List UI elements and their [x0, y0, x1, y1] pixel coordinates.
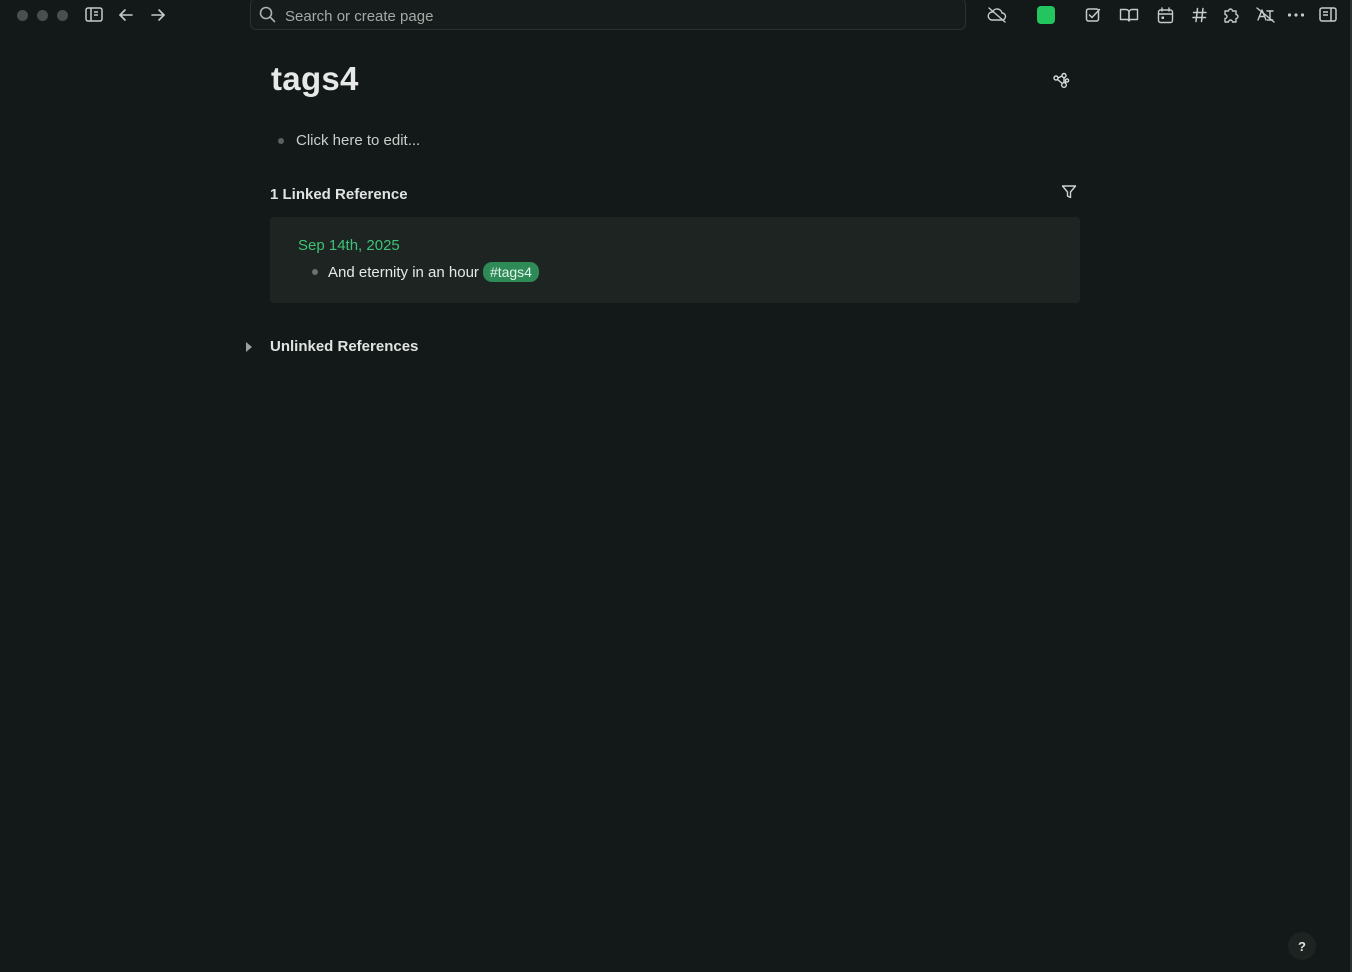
window-zoom-button[interactable] — [57, 10, 68, 21]
book-icon[interactable] — [1118, 4, 1140, 26]
color-swatch[interactable] — [1037, 6, 1055, 24]
calendar-icon[interactable] — [1154, 4, 1176, 26]
search-icon — [259, 6, 276, 28]
window-close-button[interactable] — [17, 10, 28, 21]
help-button[interactable]: ? — [1288, 932, 1316, 960]
forward-arrow-icon[interactable] — [147, 4, 169, 26]
hash-icon[interactable] — [1188, 4, 1210, 26]
block-bullet[interactable] — [278, 137, 284, 144]
block-placeholder[interactable]: Click here to edit... — [296, 132, 420, 149]
reference-block[interactable]: And eternity in an hour #tags4 — [312, 262, 539, 282]
cloud-off-icon[interactable] — [986, 4, 1008, 26]
unlinked-references-toggle[interactable]: Unlinked References — [246, 338, 418, 355]
search-bar[interactable] — [250, 0, 966, 30]
right-sidebar-icon[interactable] — [1317, 4, 1339, 26]
sidebar-toggle-icon[interactable] — [83, 4, 105, 26]
linked-references-heading: 1 Linked Reference — [270, 186, 408, 203]
translate-off-icon[interactable] — [1254, 4, 1276, 26]
reference-page-link[interactable]: Sep 14th, 2025 — [298, 237, 400, 254]
reference-block-text[interactable]: And eternity in an hour — [328, 264, 479, 281]
puzzle-icon[interactable] — [1220, 4, 1242, 26]
checkbox-icon[interactable] — [1082, 4, 1104, 26]
linked-reference-card: Sep 14th, 2025 And eternity in an hour #… — [270, 217, 1080, 303]
back-arrow-icon[interactable] — [115, 4, 137, 26]
block-bullet[interactable] — [312, 269, 318, 275]
caret-right-icon[interactable] — [246, 341, 252, 352]
search-input[interactable] — [283, 5, 887, 27]
title-bar — [0, 0, 1352, 32]
empty-block[interactable]: Click here to edit... — [278, 132, 420, 149]
tag-pill[interactable]: #tags4 — [482, 262, 539, 282]
window-minimize-button[interactable] — [37, 10, 48, 21]
graph-icon[interactable] — [1050, 70, 1072, 92]
filter-icon[interactable] — [1058, 181, 1080, 203]
unlinked-references-heading[interactable]: Unlinked References — [270, 338, 418, 355]
more-icon[interactable] — [1285, 4, 1307, 26]
page-title[interactable]: tags4 — [271, 60, 359, 98]
